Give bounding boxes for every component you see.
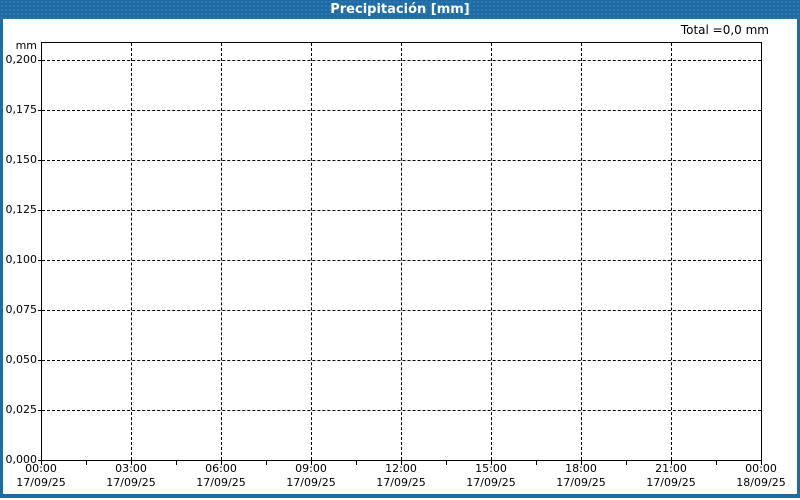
total-annotation: Total =0,0 mm [680, 23, 769, 37]
y-tick-mark [38, 210, 41, 211]
x-tick-mark [311, 461, 312, 465]
x-gridline [221, 43, 222, 460]
x-tick-mark [671, 461, 672, 465]
x-tick-mark [41, 461, 42, 465]
chart-window: Precipitación [mm] Total =0,0 mm mm 0,00… [0, 0, 800, 500]
y-tick-label: 0,075 [5, 303, 38, 316]
x-tick-mark [221, 461, 222, 465]
plot-area [41, 42, 762, 461]
x-gridline [581, 43, 582, 460]
x-tick-date-label: 17/09/25 [466, 476, 516, 489]
x-tick-mark [491, 461, 492, 465]
x-gridline [311, 43, 312, 460]
x-tick-mark [446, 461, 447, 465]
x-tick-mark [761, 461, 762, 465]
x-gridline [491, 43, 492, 460]
y-tick-mark [38, 260, 41, 261]
x-tick-date-label: 17/09/25 [376, 476, 426, 489]
x-tick-date-label: 17/09/25 [16, 476, 66, 489]
chart-title-bar: Precipitación [mm] [0, 0, 800, 19]
y-tick-label: 0,125 [5, 203, 38, 216]
x-tick-mark [401, 461, 402, 465]
x-tick-date-label: 18/09/25 [736, 476, 786, 489]
y-tick-mark [38, 60, 41, 61]
y-tick-label: 0,100 [5, 253, 38, 266]
y-axis-unit-label: mm [15, 39, 37, 52]
y-tick-label: 0,200 [5, 53, 38, 66]
x-tick-mark [581, 461, 582, 465]
y-tick-label: 0,175 [5, 103, 38, 116]
x-tick-date-label: 17/09/25 [106, 476, 156, 489]
x-tick-mark [356, 461, 357, 465]
x-tick-mark [86, 461, 87, 465]
y-tick-mark [38, 410, 41, 411]
window-border-bottom [0, 494, 800, 498]
y-tick-mark [38, 110, 41, 111]
y-tick-label: 0,050 [5, 353, 38, 366]
x-tick-date-label: 17/09/25 [556, 476, 606, 489]
x-tick-mark [176, 461, 177, 465]
y-tick-label: 0,025 [5, 403, 38, 416]
chart-title: Precipitación [mm] [330, 2, 470, 17]
x-tick-date-label: 17/09/25 [196, 476, 246, 489]
x-gridline [131, 43, 132, 460]
x-tick-mark [626, 461, 627, 465]
x-gridline [671, 43, 672, 460]
x-tick-mark [716, 461, 717, 465]
y-tick-mark [38, 160, 41, 161]
x-tick-date-label: 17/09/25 [286, 476, 336, 489]
y-tick-mark [38, 310, 41, 311]
x-gridline [401, 43, 402, 460]
x-tick-mark [536, 461, 537, 465]
y-tick-mark [38, 360, 41, 361]
x-tick-date-label: 17/09/25 [646, 476, 696, 489]
x-tick-mark [266, 461, 267, 465]
x-tick-mark [131, 461, 132, 465]
y-tick-label: 0,150 [5, 153, 38, 166]
